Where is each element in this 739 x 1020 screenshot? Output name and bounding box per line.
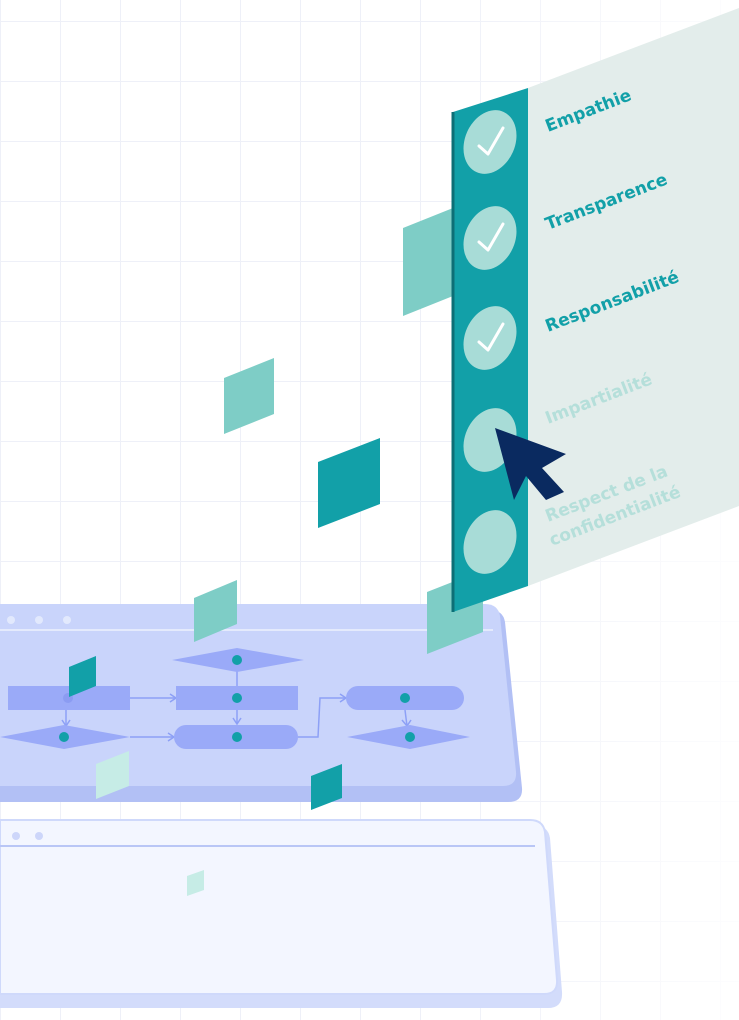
bottom-window: [0, 819, 563, 1008]
window-dot-icon: [35, 616, 43, 624]
window-dot-icon: [12, 832, 20, 840]
window-dot-icon: [35, 832, 43, 840]
window-dot-icon: [7, 616, 15, 624]
window-dot-icon: [63, 616, 71, 624]
illustration: Empathie Transparence Responsabilité Imp…: [0, 8, 739, 1008]
